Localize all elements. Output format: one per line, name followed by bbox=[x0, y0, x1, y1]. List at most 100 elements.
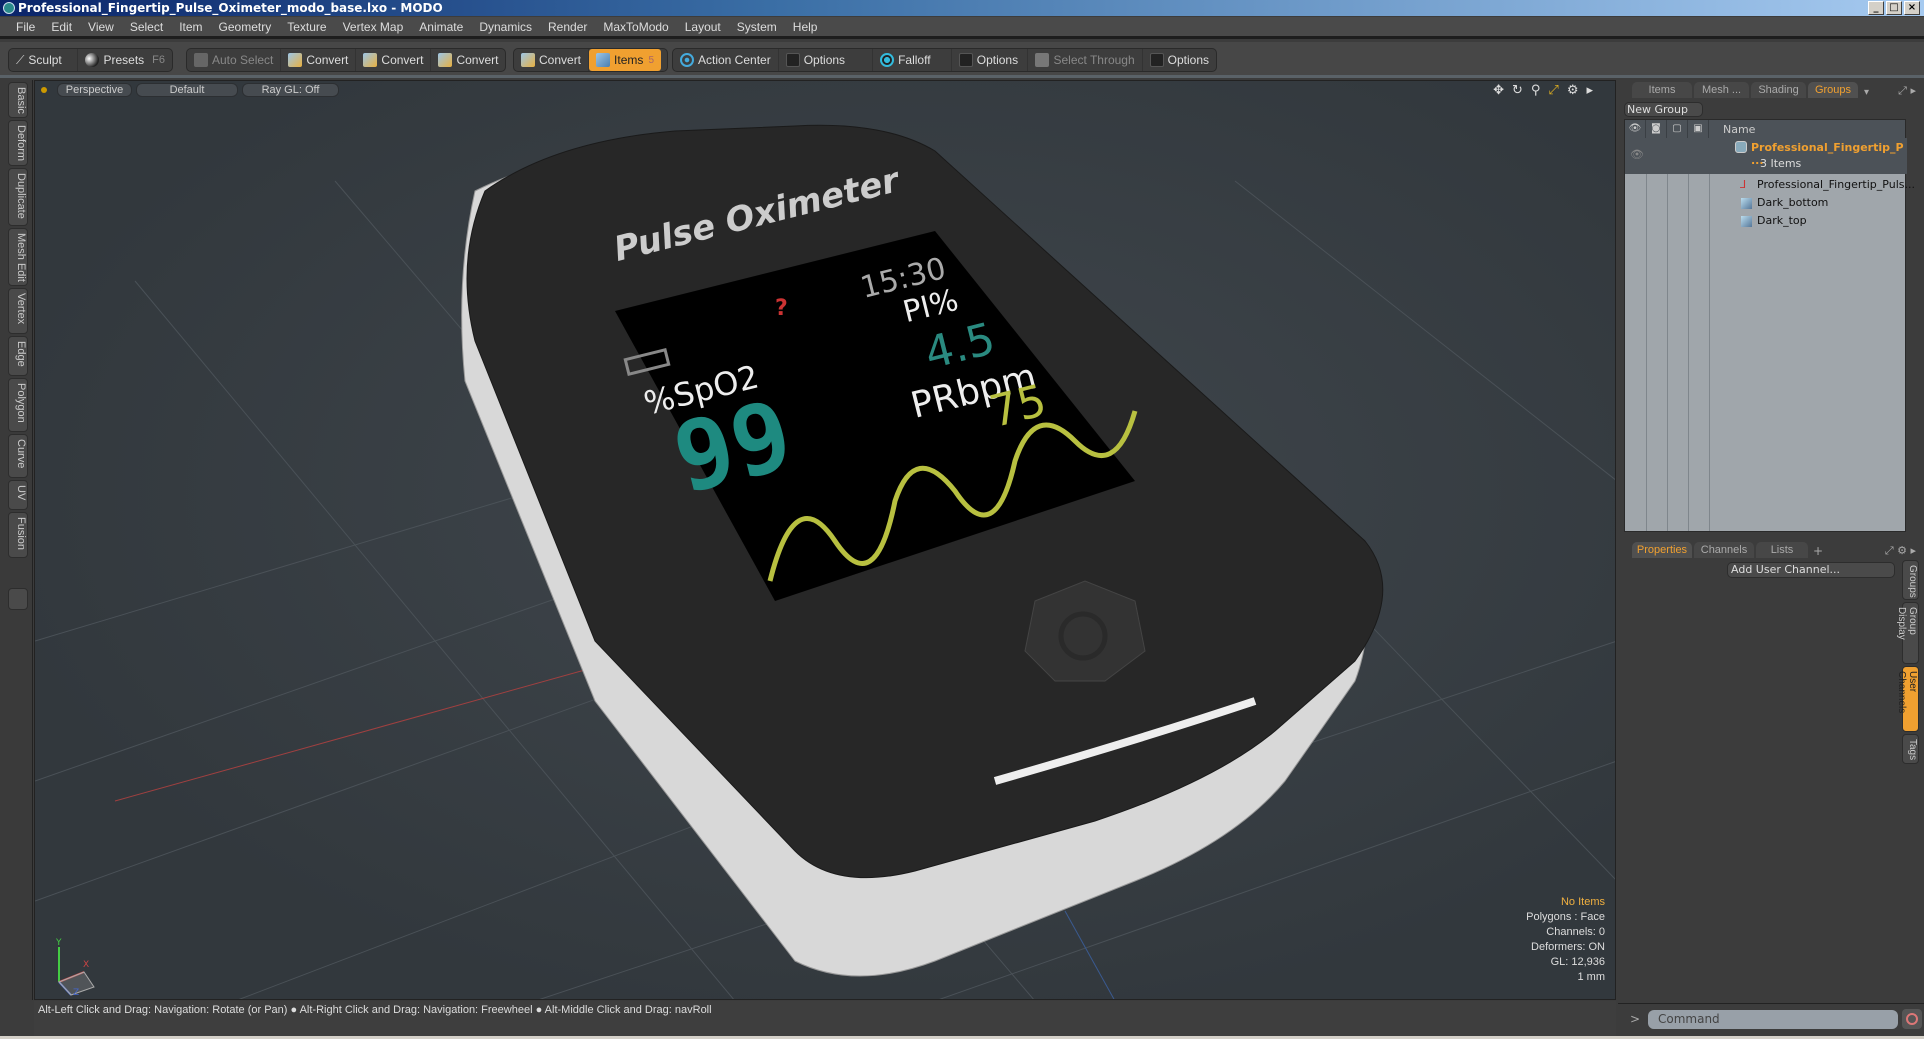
maximize-button[interactable]: □ bbox=[1886, 1, 1902, 15]
new-group-button[interactable]: New Group bbox=[1624, 102, 1703, 117]
side-tab-groups[interactable]: Groups bbox=[1902, 560, 1919, 600]
menu-help[interactable]: Help bbox=[785, 20, 826, 34]
properties-panel: Properties Channels Lists + ⤢ ⚙ ▸ Add Us… bbox=[1618, 540, 1924, 1000]
action-center-options-button[interactable]: Options bbox=[779, 49, 874, 71]
tab-groups[interactable]: Groups bbox=[1808, 82, 1858, 98]
tab-mesh[interactable]: Mesh ... bbox=[1694, 82, 1749, 98]
tab-fusion[interactable]: Fusion bbox=[8, 512, 28, 558]
sculpt-button[interactable]: ⟋ Sculpt bbox=[9, 49, 79, 71]
toolbar: ⟋ Sculpt Presets F6 Auto Select Convert Co… bbox=[0, 42, 1924, 78]
gear-icon[interactable]: ⚙ bbox=[1567, 83, 1579, 98]
menu-file[interactable]: File bbox=[8, 20, 43, 34]
select-through-options-button[interactable]: Options bbox=[1143, 49, 1216, 71]
viewport-menu-dot[interactable] bbox=[41, 87, 47, 93]
add-tab-button[interactable]: + bbox=[1810, 544, 1826, 558]
shading-default-button[interactable]: Default bbox=[136, 83, 238, 97]
group-row[interactable]: 👁 Professional_Fingertip_P ... 3 Items bbox=[1625, 138, 1907, 174]
menu-render[interactable]: Render bbox=[540, 20, 595, 34]
command-bar: > Command bbox=[1618, 1003, 1924, 1035]
tab-mesh-edit[interactable]: Mesh Edit bbox=[8, 228, 28, 286]
action-center-button[interactable]: Action Center bbox=[673, 49, 779, 71]
close-button[interactable]: × bbox=[1904, 1, 1920, 15]
group-item-count: 3 Items bbox=[1760, 157, 1802, 170]
visibility-column-icon[interactable]: 👁 bbox=[1625, 120, 1646, 138]
tab-vertex[interactable]: Vertex bbox=[8, 288, 28, 334]
tab-duplicate[interactable]: Duplicate bbox=[8, 168, 28, 226]
axis-z-label: Z bbox=[73, 988, 79, 997]
menu-select[interactable]: Select bbox=[122, 20, 171, 34]
lock-column-icon[interactable]: ▢ bbox=[1667, 120, 1688, 138]
groups-tree: 👁 ◙ ▢ ▣ Name 👁 Professional_Fingertip_P … bbox=[1624, 119, 1915, 532]
auto-select-button[interactable]: Auto Select bbox=[187, 49, 282, 71]
group-icon bbox=[1735, 141, 1747, 153]
tree-item[interactable]: Dark_top bbox=[1625, 214, 1907, 229]
command-prompt: > bbox=[1630, 1012, 1641, 1026]
render-column-icon[interactable]: ◙ bbox=[1646, 120, 1667, 138]
add-user-channel-button[interactable]: Add User Channel... bbox=[1727, 562, 1895, 578]
tab-items[interactable]: Items bbox=[1632, 82, 1692, 98]
expand-panel-icon[interactable]: ⤢ ▸ bbox=[1898, 84, 1916, 98]
3d-viewport[interactable]: Pulse Oximeter 15:30 ? PI% 4.5 %SpO2 99 … bbox=[34, 80, 1616, 1000]
view-perspective-button[interactable]: Perspective bbox=[57, 83, 132, 97]
menu-system[interactable]: System bbox=[729, 20, 785, 34]
menu-maxtomodo[interactable]: MaxToModo bbox=[595, 20, 676, 34]
tab-lists[interactable]: Lists bbox=[1756, 542, 1808, 558]
modo-app-icon bbox=[3, 2, 15, 14]
expand-arrow-icon[interactable]: ▸ bbox=[1586, 83, 1593, 98]
tab-deform[interactable]: Deform bbox=[8, 120, 28, 166]
action-center-group: Action Center Options Falloff Options Se… bbox=[672, 48, 1217, 72]
tab-edge[interactable]: Edge bbox=[8, 336, 28, 376]
name-column-header[interactable]: Name bbox=[1709, 123, 1755, 136]
menu-edit[interactable]: Edit bbox=[43, 20, 80, 34]
falloff-options-button[interactable]: Options bbox=[952, 49, 1029, 71]
side-tab-group-display[interactable]: Group Display bbox=[1896, 602, 1919, 664]
raygl-button[interactable]: Ray GL: Off bbox=[242, 83, 339, 97]
minimize-button[interactable]: _ bbox=[1868, 1, 1884, 15]
side-tab-tags[interactable]: Tags bbox=[1902, 734, 1919, 764]
tab-shading[interactable]: Shading bbox=[1751, 82, 1806, 98]
sculpt-group: ⟋ Sculpt Presets F6 bbox=[8, 48, 173, 72]
convert-vertex-button[interactable]: Convert bbox=[281, 49, 357, 71]
side-tab-user-channels[interactable]: User Channels bbox=[1896, 666, 1919, 732]
menu-bar: File Edit View Select Item Geometry Text… bbox=[0, 17, 1924, 39]
menu-vertex-map[interactable]: Vertex Map bbox=[335, 20, 412, 34]
panel-settings-icon[interactable]: ⤢ ⚙ ▸ bbox=[1885, 544, 1916, 558]
convert-items-button[interactable]: Convert bbox=[514, 49, 590, 71]
mesh-icon bbox=[1741, 216, 1752, 227]
tree-item[interactable]: ⅃ Professional_Fingertip_Puls... bbox=[1625, 178, 1915, 193]
menu-animate[interactable]: Animate bbox=[411, 20, 471, 34]
menu-texture[interactable]: Texture bbox=[279, 20, 334, 34]
falloff-icon bbox=[880, 53, 895, 67]
menu-layout[interactable]: Layout bbox=[677, 20, 729, 34]
items-mode-button[interactable]: Items 5 bbox=[589, 49, 662, 71]
axis-gizmo: Y X Z bbox=[55, 938, 95, 997]
pan-icon[interactable]: ✥ bbox=[1493, 83, 1504, 98]
tree-item[interactable]: Dark_bottom bbox=[1625, 196, 1907, 211]
menu-geometry[interactable]: Geometry bbox=[211, 20, 280, 34]
rotate-icon[interactable]: ↻ bbox=[1512, 83, 1523, 98]
zoom-icon[interactable]: ⚲ bbox=[1531, 83, 1541, 98]
group-visibility-icon[interactable]: 👁 bbox=[1630, 148, 1644, 161]
menu-item[interactable]: Item bbox=[171, 20, 210, 34]
convert-polygon-button[interactable]: Convert bbox=[431, 49, 505, 71]
falloff-button[interactable]: Falloff bbox=[873, 49, 952, 71]
convert-edge-button[interactable]: Convert bbox=[356, 49, 432, 71]
tab-extra[interactable] bbox=[8, 588, 28, 610]
maximize-viewport-icon[interactable]: ⤢ bbox=[1548, 83, 1558, 98]
tab-basic[interactable]: Basic bbox=[8, 82, 28, 118]
tab-curve[interactable]: Curve bbox=[8, 434, 28, 478]
tab-polygon[interactable]: Polygon bbox=[8, 378, 28, 432]
record-button[interactable] bbox=[1902, 1009, 1922, 1029]
select-through-button[interactable]: Select Through bbox=[1028, 49, 1143, 71]
select-column-icon[interactable]: ▣ bbox=[1688, 120, 1709, 138]
tabs-dropdown-icon[interactable]: ▾ bbox=[1864, 87, 1869, 98]
tab-channels[interactable]: Channels bbox=[1694, 542, 1754, 558]
command-input[interactable]: Command bbox=[1648, 1010, 1898, 1029]
presets-button[interactable]: Presets F6 bbox=[78, 49, 172, 71]
menu-dynamics[interactable]: Dynamics bbox=[471, 20, 540, 34]
record-icon bbox=[1906, 1013, 1918, 1025]
locator-icon: ⅃ bbox=[1740, 178, 1747, 191]
menu-view[interactable]: View bbox=[80, 20, 122, 34]
tab-uv[interactable]: UV bbox=[8, 480, 28, 510]
tab-properties[interactable]: Properties bbox=[1632, 542, 1692, 558]
